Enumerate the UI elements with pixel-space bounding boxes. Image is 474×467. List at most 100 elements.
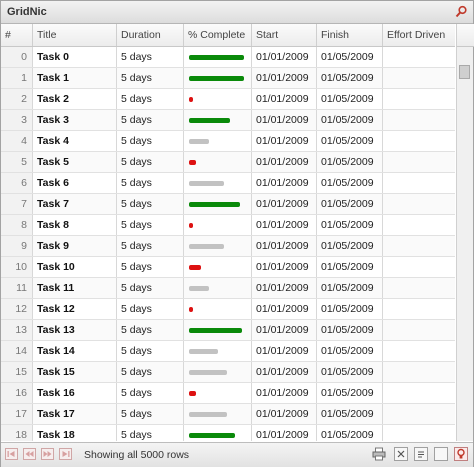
task-percent-complete[interactable] (184, 89, 252, 109)
task-percent-complete[interactable] (184, 257, 252, 277)
task-percent-complete[interactable] (184, 131, 252, 151)
search-icon[interactable] (455, 5, 468, 18)
table-row[interactable]: 2 Task 25 days 01/01/2009 01/05/2009 (1, 89, 455, 110)
task-effort-driven[interactable] (383, 152, 455, 172)
task-title[interactable]: Task 5 (33, 152, 117, 172)
task-finish[interactable]: 01/05/2009 (317, 68, 383, 88)
table-row[interactable]: 1 Task 15 days 01/01/2009 01/05/2009 (1, 68, 455, 89)
task-percent-complete[interactable] (184, 383, 252, 403)
table-row[interactable]: 3 Task 35 days 01/01/2009 01/05/2009 (1, 110, 455, 131)
task-effort-driven[interactable] (383, 68, 455, 88)
table-row[interactable]: 8 Task 85 days 01/01/2009 01/05/2009 (1, 215, 455, 236)
task-effort-driven[interactable] (383, 110, 455, 130)
task-effort-driven[interactable] (383, 425, 455, 441)
task-finish[interactable]: 01/05/2009 (317, 131, 383, 151)
task-finish[interactable]: 01/05/2009 (317, 47, 383, 67)
task-title[interactable]: Task 6 (33, 173, 117, 193)
task-duration[interactable]: 5 days (117, 257, 184, 277)
table-row[interactable]: 11 Task 11 5 days 01/01/2009 01/05/2009 (1, 278, 455, 299)
task-start[interactable]: 01/01/2009 (252, 278, 317, 298)
task-finish[interactable]: 01/05/2009 (317, 173, 383, 193)
task-duration[interactable]: 5 days (117, 320, 184, 340)
task-title[interactable]: Task 3 (33, 110, 117, 130)
task-start[interactable]: 01/01/2009 (252, 320, 317, 340)
task-effort-driven[interactable] (383, 257, 455, 277)
close-grid-icon[interactable] (394, 447, 408, 461)
table-row[interactable]: 7 Task 75 days 01/01/2009 01/05/2009 (1, 194, 455, 215)
task-finish[interactable]: 01/05/2009 (317, 404, 383, 424)
task-start[interactable]: 01/01/2009 (252, 236, 317, 256)
table-row[interactable]: 18 Task 18 5 days 01/01/2009 01/05/2009 (1, 425, 455, 441)
task-duration[interactable]: 5 days (117, 173, 184, 193)
task-start[interactable]: 01/01/2009 (252, 425, 317, 441)
row-index[interactable]: 0 (1, 47, 33, 67)
task-duration[interactable]: 5 days (117, 404, 184, 424)
task-start[interactable]: 01/01/2009 (252, 257, 317, 277)
row-index[interactable]: 17 (1, 404, 33, 424)
table-row[interactable]: 15 Task 15 5 days 01/01/2009 01/05/2009 (1, 362, 455, 383)
task-duration[interactable]: 5 days (117, 89, 184, 109)
column-header-duration[interactable]: Duration (117, 24, 184, 46)
row-index[interactable]: 6 (1, 173, 33, 193)
task-title[interactable]: Task 10 (33, 257, 117, 277)
row-index[interactable]: 8 (1, 215, 33, 235)
task-title[interactable]: Task 2 (33, 89, 117, 109)
task-effort-driven[interactable] (383, 362, 455, 382)
task-title[interactable]: Task 4 (33, 131, 117, 151)
table-row[interactable]: 5 Task 55 days 01/01/2009 01/05/2009 (1, 152, 455, 173)
task-title[interactable]: Task 1 (33, 68, 117, 88)
table-row[interactable]: 4 Task 45 days 01/01/2009 01/05/2009 (1, 131, 455, 152)
task-effort-driven[interactable] (383, 215, 455, 235)
column-header-title[interactable]: Title (33, 24, 117, 46)
task-duration[interactable]: 5 days (117, 362, 184, 382)
task-title[interactable]: Task 16 (33, 383, 117, 403)
table-row[interactable]: 13 Task 13 5 days 01/01/2009 01/05/2009 (1, 320, 455, 341)
task-start[interactable]: 01/01/2009 (252, 362, 317, 382)
task-effort-driven[interactable] (383, 173, 455, 193)
print-icon[interactable] (372, 447, 386, 461)
task-title[interactable]: Task 8 (33, 215, 117, 235)
task-finish[interactable]: 01/05/2009 (317, 278, 383, 298)
table-row[interactable]: 12 Task 12 5 days 01/01/2009 01/05/2009 (1, 299, 455, 320)
task-finish[interactable]: 01/05/2009 (317, 152, 383, 172)
row-index[interactable]: 13 (1, 320, 33, 340)
task-finish[interactable]: 01/05/2009 (317, 362, 383, 382)
task-duration[interactable]: 5 days (117, 131, 184, 151)
first-page-icon[interactable] (5, 448, 18, 460)
task-percent-complete[interactable] (184, 320, 252, 340)
prev-page-icon[interactable] (23, 448, 36, 460)
table-row[interactable]: 17 Task 17 5 days 01/01/2009 01/05/2009 (1, 404, 455, 425)
task-effort-driven[interactable] (383, 341, 455, 361)
task-duration[interactable]: 5 days (117, 383, 184, 403)
task-duration[interactable]: 5 days (117, 425, 184, 441)
task-finish[interactable]: 01/05/2009 (317, 299, 383, 319)
table-row[interactable]: 0 Task 05 days 01/01/2009 01/05/2009 (1, 47, 455, 68)
task-title[interactable]: Task 15 (33, 362, 117, 382)
task-percent-complete[interactable] (184, 236, 252, 256)
task-percent-complete[interactable] (184, 362, 252, 382)
row-index[interactable]: 18 (1, 425, 33, 441)
task-finish[interactable]: 01/05/2009 (317, 425, 383, 441)
task-start[interactable]: 01/01/2009 (252, 194, 317, 214)
task-duration[interactable]: 5 days (117, 215, 184, 235)
task-percent-complete[interactable] (184, 278, 252, 298)
table-row[interactable]: 9 Task 95 days 01/01/2009 01/05/2009 (1, 236, 455, 257)
task-start[interactable]: 01/01/2009 (252, 383, 317, 403)
task-percent-complete[interactable] (184, 68, 252, 88)
column-header-index[interactable]: # (1, 24, 33, 46)
table-row[interactable]: 6 Task 65 days 01/01/2009 01/05/2009 (1, 173, 455, 194)
task-duration[interactable]: 5 days (117, 68, 184, 88)
column-header-effort-driven[interactable]: Effort Driven (383, 24, 455, 46)
bulb-icon[interactable] (454, 447, 468, 461)
task-percent-complete[interactable] (184, 341, 252, 361)
task-finish[interactable]: 01/05/2009 (317, 257, 383, 277)
task-percent-complete[interactable] (184, 404, 252, 424)
task-percent-complete[interactable] (184, 152, 252, 172)
row-index[interactable]: 12 (1, 299, 33, 319)
blank-page-icon[interactable] (434, 447, 448, 461)
task-duration[interactable]: 5 days (117, 236, 184, 256)
task-effort-driven[interactable] (383, 278, 455, 298)
task-duration[interactable]: 5 days (117, 341, 184, 361)
task-title[interactable]: Task 9 (33, 236, 117, 256)
row-index[interactable]: 16 (1, 383, 33, 403)
